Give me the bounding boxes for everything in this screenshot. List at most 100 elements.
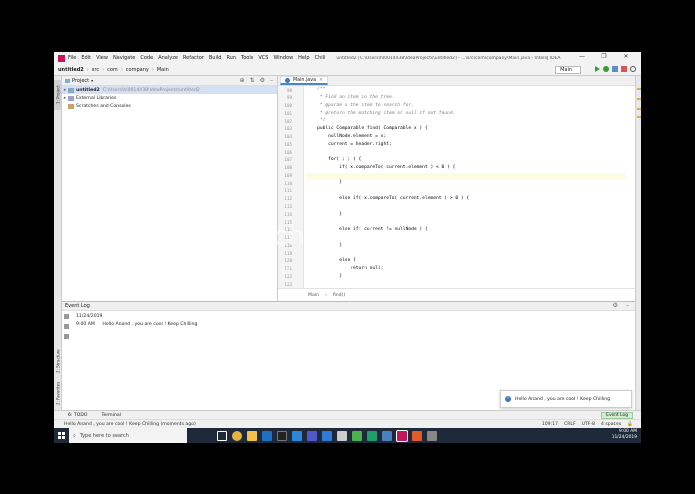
code-line[interactable]: /**: [304, 86, 629, 94]
outlook-icon[interactable]: [262, 430, 272, 441]
lock-icon[interactable]: 🔒: [627, 422, 633, 427]
pin-icon[interactable]: [64, 334, 69, 339]
line-separator[interactable]: CRLF: [564, 422, 576, 427]
code-line[interactable]: else if( x.compareTo( current.element ) …: [304, 195, 629, 203]
file-explorer-icon[interactable]: [247, 430, 257, 441]
hide-icon[interactable]: –: [626, 302, 629, 309]
indent-setting[interactable]: 4 spaces: [601, 422, 621, 427]
code-line[interactable]: * @param x the item to search for.: [304, 102, 629, 110]
locate-icon[interactable]: ⊕: [240, 77, 245, 84]
warning-marker[interactable]: [637, 88, 641, 90]
app-icon[interactable]: [412, 430, 422, 441]
tree-item-scratches[interactable]: Scratches and Consoles: [62, 102, 277, 110]
code-line[interactable]: else {: [304, 257, 629, 265]
code-line[interactable]: return null;: [304, 265, 629, 273]
warning-marker[interactable]: [637, 98, 641, 100]
code-line[interactable]: [304, 171, 629, 180]
vscode-icon[interactable]: [292, 430, 302, 441]
run-configuration-select[interactable]: Main: [555, 66, 581, 74]
code-line[interactable]: * Find an item in the tree.: [304, 94, 629, 102]
notification-balloon[interactable]: i Hello Anand , you are cool ! Keep Chil…: [500, 390, 632, 408]
settings-icon[interactable]: [64, 314, 69, 319]
tool-tab-project[interactable]: 1: Project: [54, 80, 62, 110]
terminal-icon[interactable]: [277, 430, 287, 441]
app-icon[interactable]: [382, 430, 392, 441]
project-panel-title[interactable]: Project: [72, 78, 89, 84]
tree-item-project[interactable]: ▸ untitled2 C:\Users\hl0014438\IdeaProje…: [62, 86, 277, 94]
collapse-icon[interactable]: ⇅: [250, 77, 255, 84]
tab-main-java[interactable]: Main.java ×: [280, 76, 329, 85]
hide-icon[interactable]: –: [270, 77, 273, 84]
menu-vcs[interactable]: VCS: [258, 55, 268, 61]
close-tab-icon[interactable]: ×: [319, 78, 323, 83]
run-icon[interactable]: [595, 66, 600, 72]
code-line[interactable]: [304, 234, 629, 242]
menu-chili[interactable]: Chili: [315, 55, 326, 61]
code-line[interactable]: [304, 249, 629, 257]
search-icon[interactable]: [630, 66, 636, 72]
app-icon[interactable]: [352, 430, 362, 441]
caret-position[interactable]: 109:17: [542, 422, 558, 427]
close-button[interactable]: ✕: [615, 53, 637, 60]
app-icon[interactable]: [322, 430, 332, 441]
coverage-icon[interactable]: [612, 66, 618, 72]
chrome-icon[interactable]: [232, 430, 242, 441]
code-line[interactable]: }: [304, 179, 629, 187]
code-line[interactable]: }: [304, 241, 629, 249]
teams-icon[interactable]: [307, 430, 317, 441]
menu-file[interactable]: File: [68, 55, 76, 61]
taskbar-search[interactable]: ⌕ Type here to search: [69, 428, 187, 443]
menu-edit[interactable]: Edit: [81, 55, 91, 61]
file-encoding[interactable]: UTF-8: [582, 422, 595, 427]
clear-icon[interactable]: [64, 324, 69, 329]
footer-crumb-class[interactable]: Main: [308, 293, 319, 298]
breadcrumb-com[interactable]: com: [107, 67, 118, 73]
menu-navigate[interactable]: Navigate: [113, 55, 135, 61]
code-line[interactable]: public Comparable find( Comparable x ) {: [304, 125, 629, 133]
breadcrumb-src[interactable]: src: [92, 67, 99, 73]
code-line[interactable]: [304, 202, 629, 210]
tree-item-external-libraries[interactable]: ▸ External Libraries: [62, 94, 277, 102]
code-line[interactable]: [304, 218, 629, 226]
breadcrumb-main[interactable]: Main: [157, 67, 169, 73]
code-line[interactable]: }: [304, 272, 629, 280]
code-line[interactable]: if( x.compareTo( current.element ) < 0 )…: [304, 164, 629, 172]
gear-icon[interactable]: ⚙: [613, 302, 618, 309]
tool-tab-todo[interactable]: 6: TODO: [68, 413, 88, 418]
menu-analyze[interactable]: Analyze: [158, 55, 178, 61]
code-line[interactable]: }: [304, 210, 629, 218]
minimize-button[interactable]: —: [571, 53, 593, 60]
menu-tools[interactable]: Tools: [241, 55, 253, 61]
menu-view[interactable]: View: [96, 55, 108, 61]
code-line[interactable]: * @return the matching item or null if n…: [304, 109, 629, 117]
code-line[interactable]: nullNode.element = x;: [304, 133, 629, 141]
stop-icon[interactable]: [621, 66, 627, 72]
code-line[interactable]: [304, 280, 629, 288]
code-area[interactable]: /** * Find an item in the tree. * @param…: [304, 86, 629, 288]
warning-marker[interactable]: [637, 116, 641, 118]
code-line[interactable]: [304, 148, 629, 156]
tool-tab-terminal[interactable]: Terminal: [102, 413, 121, 418]
menu-refactor[interactable]: Refactor: [183, 55, 204, 61]
menu-window[interactable]: Window: [273, 55, 293, 61]
warning-marker[interactable]: [637, 108, 641, 110]
event-log-button[interactable]: Event Log: [601, 412, 633, 419]
code-line[interactable]: */: [304, 117, 629, 125]
tool-tab-favorites[interactable]: 2: Favorites: [54, 378, 62, 408]
app-icon[interactable]: [337, 430, 347, 441]
menu-help[interactable]: Help: [298, 55, 309, 61]
system-tray-clock[interactable]: 9:00 AM 11/24/2019: [612, 429, 637, 441]
footer-crumb-method[interactable]: find(): [333, 293, 345, 298]
app-icon[interactable]: [427, 430, 437, 441]
tool-tab-structure[interactable]: 2: Structure: [54, 346, 62, 376]
menu-build[interactable]: Build: [209, 55, 222, 61]
code-line[interactable]: current = header.right;: [304, 140, 629, 148]
menu-run[interactable]: Run: [226, 55, 236, 61]
start-button[interactable]: [54, 428, 69, 443]
breadcrumb-project[interactable]: untitled2: [58, 67, 84, 73]
task-view-icon[interactable]: [217, 430, 227, 441]
menu-code[interactable]: Code: [140, 55, 153, 61]
intellij-taskbar-icon[interactable]: [396, 429, 408, 442]
code-line[interactable]: else if( current != nullNode ) {: [304, 226, 629, 234]
maximize-button[interactable]: ❐: [593, 53, 615, 60]
